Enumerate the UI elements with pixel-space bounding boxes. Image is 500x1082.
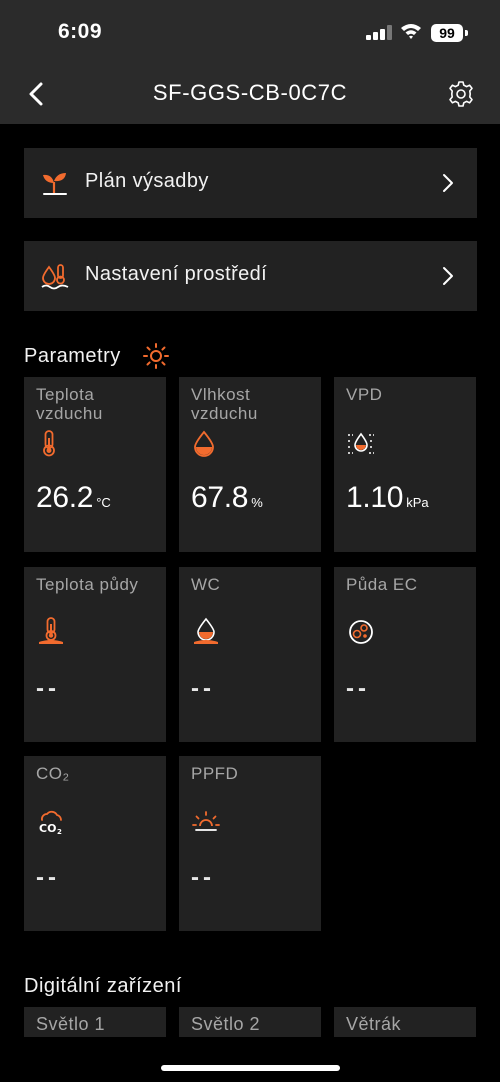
thermometer-icon [43,430,55,457]
planting-plan-label: Plán výsadby [85,170,209,192]
param-value-text: 67.8% [191,481,263,515]
device-label: Světlo 2 [191,1014,261,1034]
home-indicator[interactable] [161,1065,340,1071]
chevron-right-icon [443,174,453,192]
svg-text:2: 2 [57,828,62,836]
param-label: WC [191,575,221,594]
param-card-co2[interactable]: CO₂ CO 2 -- [24,756,166,931]
param-card-soil-ec[interactable]: Půda EC -- [334,567,476,742]
device-card-fan[interactable]: Větrák [334,1007,476,1037]
droplet-icon [194,430,214,457]
cellular-signal-icon [366,25,392,40]
param-value: -- [191,675,215,702]
battery-indicator: 99 [431,24,463,42]
param-label: Půda EC [346,575,418,594]
param-value: 1.10 [346,481,404,514]
param-value: -- [36,675,60,702]
chevron-right-icon [443,267,453,285]
param-card-air-humidity[interactable]: Vlhkost vzduchu 67.8% [179,377,321,552]
param-value: -- [346,675,370,702]
battery-cap [465,30,468,36]
wifi-icon [401,24,421,39]
soil-water-icon [194,617,218,644]
device-card-light-1[interactable]: Světlo 1 [24,1007,166,1037]
param-label: Teplota půdy [36,575,139,594]
param-unit: % [251,495,263,510]
param-card-vpd[interactable]: VPD 1.10 kPa [334,377,476,552]
vpd-icon [348,432,374,454]
device-label: Větrák [346,1014,402,1034]
navigation-bar: SF-GGS-CB-0C7C [0,64,500,124]
param-card-air-temperature[interactable]: Teplota vzduchu 26.2 °C [24,377,166,552]
co2-cloud-icon: CO 2 [39,810,62,836]
param-unit: °C [96,495,111,510]
param-unit: kPa [406,495,429,510]
gear-icon[interactable] [447,80,475,108]
environment-settings-label: Nastavení prostředí [85,263,268,285]
seedling-icon [43,173,67,195]
param-card-water-content[interactable]: WC -- [179,567,321,742]
sun-icon [143,343,169,369]
param-card-ppfd[interactable]: PPFD -- [179,756,321,931]
param-card-soil-temperature[interactable]: Teplota půdy -- [24,567,166,742]
soil-thermometer-icon [39,617,63,644]
param-value: 26.2 [36,481,94,514]
param-value-text: 1.10 kPa [346,481,429,515]
environment-settings-row[interactable]: Nastavení prostředí [24,241,477,311]
soil-ec-icon [349,620,373,644]
param-label: Vlhkost vzduchu [191,385,258,423]
param-label: Teplota vzduchu [36,385,103,423]
planting-plan-row[interactable]: Plán výsadby [24,148,477,218]
param-label: CO₂ [36,764,70,783]
param-value: -- [36,864,60,891]
param-label: VPD [346,385,383,404]
param-label: PPFD [191,764,239,783]
sunrise-icon [192,811,220,831]
digital-devices-heading: Digitální zařízení [24,975,182,997]
status-bar: 6:09 99 [0,0,500,64]
param-value: 67.8 [191,481,249,514]
param-value: -- [191,864,215,891]
svg-text:CO: CO [39,822,56,835]
page-title: SF-GGS-CB-0C7C [152,80,348,105]
status-time: 6:09 [58,20,103,43]
parameters-heading: Parametry [24,345,121,367]
device-label: Světlo 1 [36,1014,106,1034]
device-card-light-2[interactable]: Světlo 2 [179,1007,321,1037]
param-value-text: 26.2 °C [36,481,111,515]
water-temperature-icon [41,264,69,290]
